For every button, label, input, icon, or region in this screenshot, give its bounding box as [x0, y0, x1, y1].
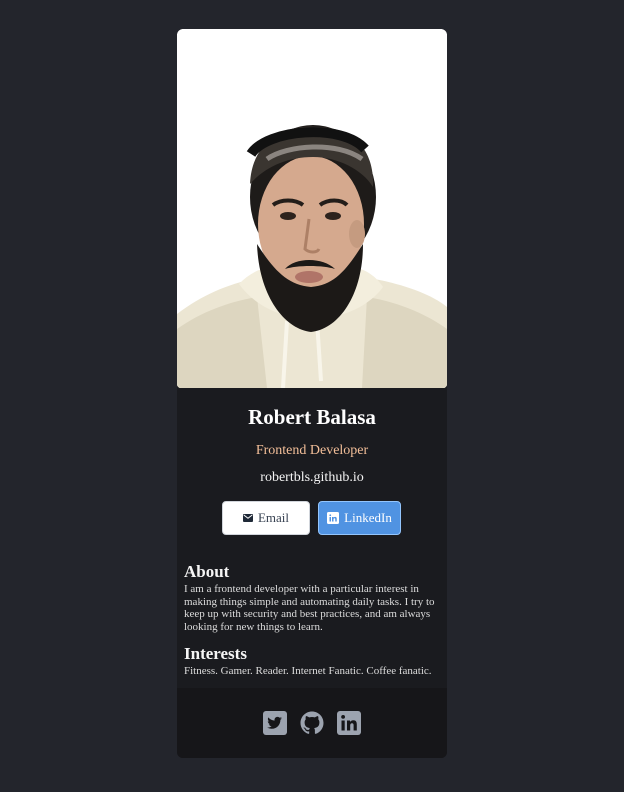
linkedin-icon[interactable]	[337, 711, 361, 735]
profile-website-link[interactable]: robertbls.github.io	[177, 470, 447, 486]
email-button-label: Email	[257, 510, 290, 525]
profile-role: Frontend Developer	[255, 443, 369, 458]
profile-photo	[177, 29, 447, 388]
about-text: I am a frontend developer with a particu…	[184, 583, 435, 633]
mail-icon	[242, 514, 253, 522]
linkedin-button[interactable]: LinkedIn	[318, 501, 401, 535]
github-icon[interactable]	[300, 711, 324, 735]
profile-card: Robert Balasa Frontend Developer robertb…	[177, 29, 447, 758]
twitter-icon[interactable]	[263, 711, 287, 735]
profile-name: Robert Balasa	[248, 405, 376, 429]
about-heading: About	[184, 562, 230, 581]
email-button[interactable]: Email	[222, 501, 310, 535]
interests-text: Fitness. Gamer. Reader. Internet Fanatic…	[184, 665, 432, 677]
linkedin-icon	[327, 512, 340, 524]
interests-heading: Interests	[184, 644, 247, 663]
social-footer	[177, 688, 447, 758]
linkedin-button-label: LinkedIn	[344, 510, 392, 525]
